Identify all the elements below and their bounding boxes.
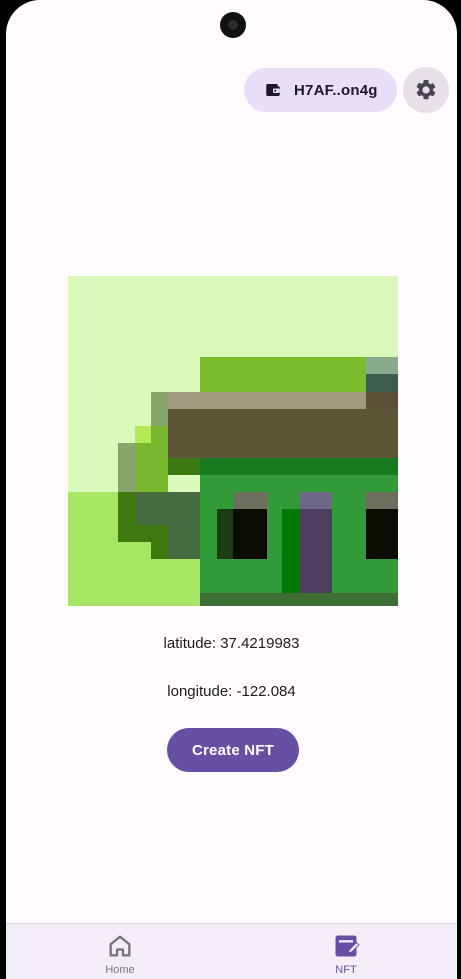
nav-label-nft: NFT bbox=[335, 964, 357, 976]
front-camera bbox=[220, 12, 246, 38]
gear-icon bbox=[416, 79, 436, 100]
latitude-label: latitude: 37.4219983 bbox=[163, 635, 300, 652]
nav-label-home: Home bbox=[105, 964, 135, 976]
create-nft-button[interactable]: Create NFT bbox=[167, 728, 299, 772]
app-screen: H7AF..on4g latitude: 37.4219983 longitud… bbox=[6, 0, 457, 979]
bottom-navigation: Home NFT bbox=[6, 923, 457, 979]
nav-item-nft[interactable]: NFT bbox=[286, 924, 406, 979]
wallet-icon bbox=[266, 84, 280, 96]
settings-button[interactable] bbox=[403, 67, 449, 113]
nft-edit-icon bbox=[335, 935, 360, 957]
nft-pixel-house-image bbox=[68, 276, 398, 606]
wallet-button[interactable]: H7AF..on4g bbox=[244, 68, 397, 112]
longitude-label: longitude: -122.084 bbox=[167, 683, 296, 700]
home-icon bbox=[109, 935, 131, 957]
nav-item-home[interactable]: Home bbox=[60, 924, 180, 979]
wallet-address: H7AF..on4g bbox=[294, 81, 378, 99]
